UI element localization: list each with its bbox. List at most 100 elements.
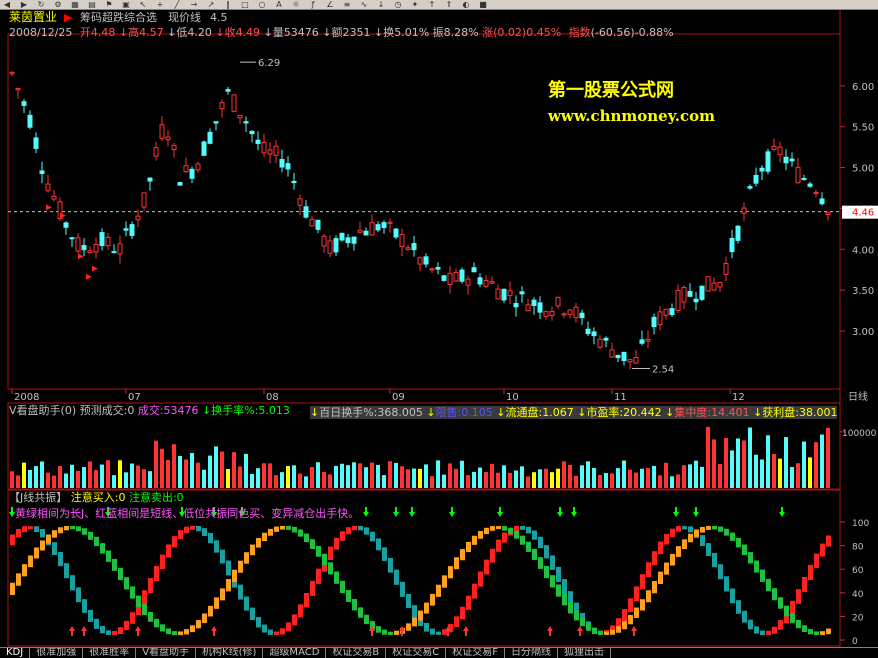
channel-icon[interactable]: ∥ <box>221 0 235 9</box>
short-j-line <box>766 630 771 636</box>
down-arrow-icon: ↓ <box>496 406 506 419</box>
candle-body <box>531 299 537 307</box>
candle-body <box>225 89 231 92</box>
volume-bar <box>292 465 296 488</box>
long-j-line <box>652 581 657 594</box>
short-j-line <box>22 526 27 533</box>
long-j-line <box>772 588 777 601</box>
long-j-line <box>598 630 603 636</box>
short-j-line <box>256 617 261 628</box>
candle-body <box>87 250 93 254</box>
month-label: 07 <box>128 392 141 403</box>
candle-body <box>465 278 471 286</box>
signal-triangle-icon <box>46 204 52 211</box>
volume-bar <box>790 467 794 488</box>
chart-stage[interactable]: 6.00 5.50 5.00 4.5 0 4.00 3.50 3.00 4.46 2008 07 08… <box>0 10 878 647</box>
profit-ratio: 获利盘:38.001 <box>762 406 838 419</box>
long-j-line <box>388 631 393 636</box>
save-icon[interactable]: ■ <box>476 0 490 9</box>
volume-bar <box>610 473 614 488</box>
long-j-line <box>676 546 681 557</box>
long-j-line <box>64 525 69 531</box>
long-j-line <box>790 613 795 623</box>
gear-icon[interactable]: ⚙ <box>51 0 65 9</box>
text-icon[interactable]: A <box>272 0 286 9</box>
back-icon[interactable]: ◀ <box>0 0 14 9</box>
grid-icon[interactable]: ▤ <box>85 0 99 9</box>
play-triangle-icon[interactable]: ▶ <box>64 11 72 24</box>
volume-bar <box>640 468 644 488</box>
candle-body <box>681 286 687 303</box>
cursor-icon[interactable]: ↖ <box>136 0 150 9</box>
angle-icon[interactable]: ∠ <box>323 0 337 9</box>
chart-icon[interactable]: ▦ <box>68 0 82 9</box>
long-j-line <box>634 607 639 618</box>
flag-icon[interactable]: ⚑ <box>102 0 116 9</box>
arrow-icon[interactable]: → <box>187 0 201 9</box>
main-chart-svg[interactable]: 6.00 5.50 5.00 4.5 0 4.00 3.50 3.00 4.46 2008 07 08… <box>0 10 878 647</box>
short-j-line <box>382 547 387 561</box>
osc-panel-title[interactable]: 【J线共振】 <box>9 491 67 504</box>
candle-body <box>267 149 273 155</box>
long-j-line <box>322 553 327 566</box>
long-j-line <box>748 552 753 564</box>
up-icon[interactable]: ↑ <box>425 0 439 9</box>
short-j-line <box>514 525 519 531</box>
volume-panel-title[interactable]: V看盘助手(0) <box>9 404 76 417</box>
parallel-icon[interactable]: ≡ <box>340 0 354 9</box>
short-j-line <box>346 527 351 535</box>
candle-body <box>333 238 339 253</box>
short-j-line <box>490 548 495 563</box>
candle-body <box>411 243 417 251</box>
candle-body <box>135 215 141 221</box>
book-icon[interactable]: ▣ <box>119 0 133 9</box>
candle-body <box>93 244 99 253</box>
short-j-line <box>82 599 87 613</box>
up2-icon[interactable]: ⇑ <box>442 0 456 9</box>
rect-icon[interactable]: □ <box>238 0 252 9</box>
short-j-line <box>10 534 15 546</box>
buy-arrow-icon <box>69 626 75 636</box>
volume-bar <box>358 463 362 488</box>
short-j-line <box>28 526 33 530</box>
long-j-line <box>532 548 537 561</box>
signal-triangle-icon <box>86 273 92 280</box>
sun-icon[interactable]: ☼ <box>289 0 303 9</box>
short-j-line <box>76 587 81 603</box>
volume-bar <box>58 466 62 488</box>
down-arrow-icon: ↓ <box>310 406 320 419</box>
short-j-line <box>220 549 225 564</box>
plus-icon[interactable]: + <box>153 0 167 9</box>
color-icon[interactable]: ◐ <box>459 0 473 9</box>
ray-icon[interactable]: ↗ <box>204 0 218 9</box>
long-j-line <box>250 544 255 556</box>
long-j-line <box>718 526 723 532</box>
long-j-line <box>340 580 345 594</box>
volume-bar <box>328 474 332 488</box>
wave-icon[interactable]: ∿ <box>357 0 371 9</box>
short-j-line <box>676 526 681 532</box>
refresh-icon[interactable]: ↻ <box>34 0 48 9</box>
short-j-line <box>802 576 807 593</box>
volume-bar <box>412 468 416 488</box>
candle-body <box>255 139 261 145</box>
candle-body <box>357 229 363 233</box>
mark-icon[interactable]: ✦ <box>408 0 422 9</box>
short-j-line <box>334 537 339 550</box>
y-tick-label: 5.50 <box>852 123 874 134</box>
line-icon[interactable]: ╱ <box>170 0 184 9</box>
long-j-line <box>100 543 105 554</box>
short-j-line <box>430 628 435 635</box>
down-arrow-icon[interactable]: ↓ <box>374 0 388 9</box>
fib-icon[interactable]: ƒ <box>306 0 320 9</box>
cycle-icon[interactable]: ◷ <box>391 0 405 9</box>
stock-name[interactable]: 莱茵置业 <box>9 11 57 24</box>
forward-icon[interactable]: ▶ <box>17 0 31 9</box>
circle-icon[interactable]: ○ <box>255 0 269 9</box>
long-j-line <box>754 560 759 573</box>
change-label: 涨 <box>482 26 494 39</box>
candle-body <box>705 276 711 292</box>
indicator-name[interactable]: 筹码超跌综合选 <box>80 11 157 24</box>
volume-bar <box>826 427 830 488</box>
long-j-line <box>784 605 789 617</box>
